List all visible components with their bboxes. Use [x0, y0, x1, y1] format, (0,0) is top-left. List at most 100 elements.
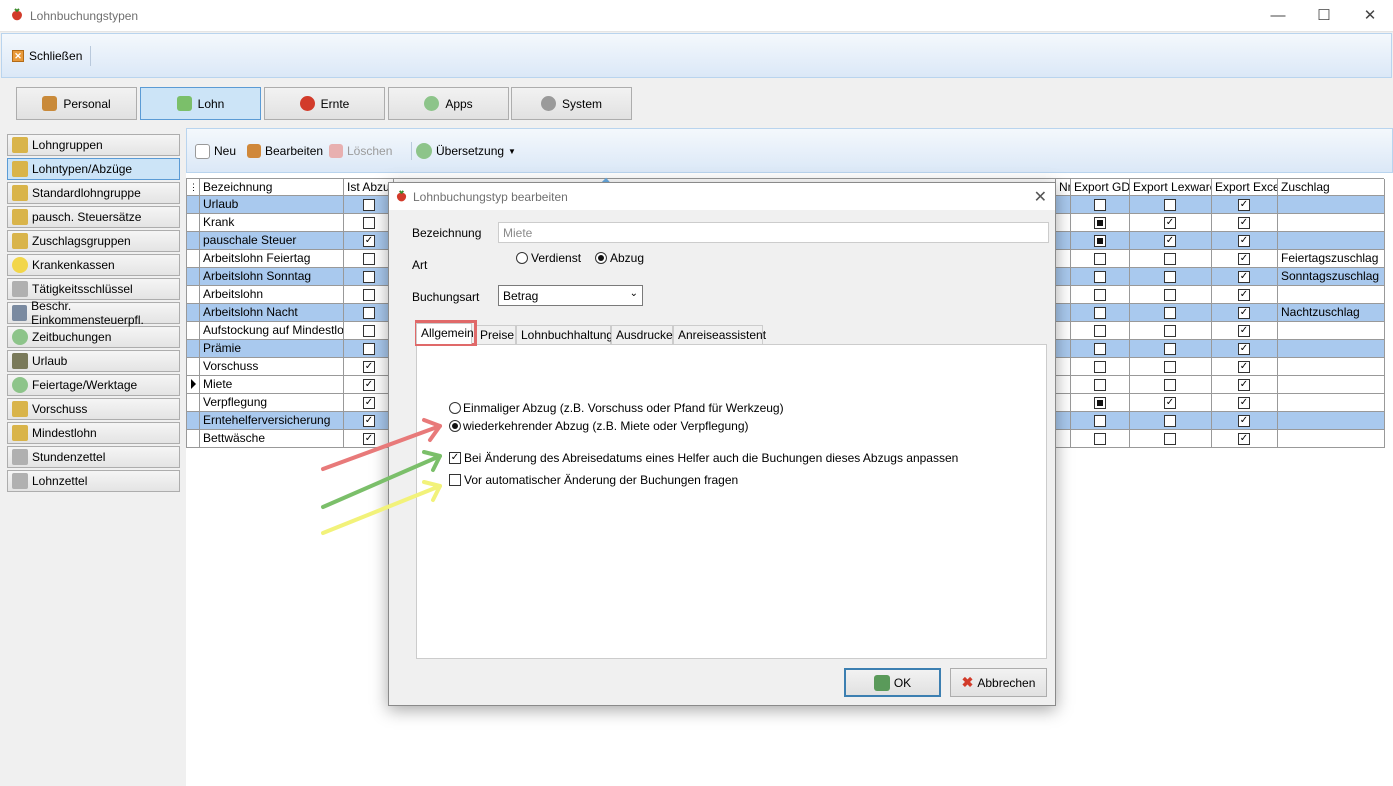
- delete-button[interactable]: Löschen: [329, 142, 392, 160]
- sidebar-item-feiertage[interactable]: Feiertage/Werktage: [7, 374, 180, 396]
- close-button[interactable]: ✕ Schließen: [12, 46, 92, 66]
- radio-recurring[interactable]: [449, 420, 461, 432]
- checkbox-adjust-bookings[interactable]: ✓: [449, 452, 461, 464]
- checkbox-abzug[interactable]: [363, 217, 375, 229]
- module-tab-ernte[interactable]: Ernte: [264, 87, 385, 120]
- name-input[interactable]: Miete: [498, 222, 1049, 243]
- close-icon[interactable]: ✕: [1347, 0, 1393, 32]
- checkbox-excel[interactable]: ✓: [1238, 307, 1250, 319]
- sidebar-item-lohngruppen[interactable]: Lohngruppen: [7, 134, 180, 156]
- sidebar-item-krankenkassen[interactable]: Krankenkassen: [7, 254, 180, 276]
- checkbox-excel[interactable]: ✓: [1238, 433, 1250, 445]
- col-header-export-excel[interactable]: Export Excel: [1212, 179, 1278, 197]
- tab-ausdrucke[interactable]: Ausdrucke: [611, 325, 673, 344]
- checkbox-lex[interactable]: [1164, 379, 1176, 391]
- checkbox-gdi[interactable]: [1094, 253, 1106, 265]
- sidebar-item-lohnzettel[interactable]: Lohnzettel: [7, 470, 180, 492]
- col-header-name[interactable]: Bezeichnung: [200, 179, 344, 197]
- checkbox-abzug[interactable]: [363, 289, 375, 301]
- tab-anreiseassistent[interactable]: Anreiseassistent: [673, 325, 766, 344]
- checkbox-excel[interactable]: ✓: [1238, 361, 1250, 373]
- checkbox-excel[interactable]: ✓: [1238, 217, 1250, 229]
- checkbox-lex[interactable]: ✓: [1164, 217, 1176, 229]
- new-button[interactable]: Neu: [195, 142, 236, 160]
- radio-one-time[interactable]: [449, 402, 461, 414]
- sidebar-item-zeitbuchungen[interactable]: Zeitbuchungen: [7, 326, 180, 348]
- sidebar-item-taetigkeitsschluessel[interactable]: Tätigkeitsschlüssel: [7, 278, 180, 300]
- checkbox-gdi[interactable]: [1094, 343, 1106, 355]
- module-tab-lohn[interactable]: Lohn: [140, 87, 261, 120]
- checkbox-lex[interactable]: [1164, 271, 1176, 283]
- checkbox-gdi[interactable]: [1094, 271, 1106, 283]
- sidebar-item-vorschuss[interactable]: Vorschuss: [7, 398, 180, 420]
- checkbox-lex[interactable]: [1164, 343, 1176, 355]
- sidebar-item-urlaub[interactable]: Urlaub: [7, 350, 180, 372]
- module-tab-personal[interactable]: Personal: [16, 87, 137, 120]
- checkbox-gdi[interactable]: [1094, 307, 1106, 319]
- checkbox-abzug[interactable]: [363, 325, 375, 337]
- checkbox-lex[interactable]: [1164, 289, 1176, 301]
- col-header-export-lexware[interactable]: Export Lexware: [1130, 179, 1212, 197]
- checkbox-abzug[interactable]: ✓: [363, 361, 375, 373]
- checkbox-lex[interactable]: [1164, 415, 1176, 427]
- checkbox-lex[interactable]: ✓: [1164, 397, 1176, 409]
- col-header-export-gdi[interactable]: Export GDI: [1071, 179, 1130, 197]
- dialog-close-icon[interactable]: ✕: [1034, 187, 1047, 207]
- checkbox-gdi[interactable]: [1094, 325, 1106, 337]
- tab-lohnbuchhaltung[interactable]: Lohnbuchhaltung: [516, 325, 613, 344]
- sidebar-item-zuschlagsgruppen[interactable]: Zuschlagsgruppen: [7, 230, 180, 252]
- checkbox-gdi[interactable]: [1094, 433, 1106, 445]
- checkbox-gdi[interactable]: [1094, 217, 1106, 229]
- radio-earnings[interactable]: [516, 252, 528, 264]
- checkbox-lex[interactable]: [1164, 325, 1176, 337]
- checkbox-abzug[interactable]: ✓: [363, 235, 375, 247]
- checkbox-gdi[interactable]: [1094, 397, 1106, 409]
- column-chooser-icon[interactable]: ⋮: [187, 179, 200, 197]
- sidebar-item-mindestlohn[interactable]: Mindestlohn: [7, 422, 180, 444]
- cancel-button[interactable]: ✖ Abbrechen: [950, 668, 1047, 697]
- checkbox-excel[interactable]: ✓: [1238, 379, 1250, 391]
- checkbox-excel[interactable]: ✓: [1238, 289, 1250, 301]
- checkbox-excel[interactable]: ✓: [1238, 415, 1250, 427]
- checkbox-gdi[interactable]: [1094, 235, 1106, 247]
- checkbox-gdi[interactable]: [1094, 199, 1106, 211]
- minimize-icon[interactable]: —: [1255, 0, 1301, 32]
- checkbox-excel[interactable]: ✓: [1238, 271, 1250, 283]
- tab-preise[interactable]: Preise: [475, 325, 516, 344]
- checkbox-excel[interactable]: ✓: [1238, 199, 1250, 211]
- ok-button[interactable]: OK: [844, 668, 941, 697]
- booking-type-select[interactable]: Betrag ⌄: [498, 285, 643, 306]
- checkbox-ask-before[interactable]: [449, 474, 461, 486]
- col-header-is-deduction[interactable]: Ist Abzug: [344, 179, 394, 197]
- checkbox-abzug[interactable]: ✓: [363, 397, 375, 409]
- checkbox-lex[interactable]: [1164, 199, 1176, 211]
- sidebar-item-einkommensteuerpfl[interactable]: Beschr. Einkommensteuerpfl.: [7, 299, 180, 327]
- edit-button[interactable]: Bearbeiten: [247, 142, 323, 160]
- checkbox-gdi[interactable]: [1094, 289, 1106, 301]
- module-tab-system[interactable]: System: [511, 87, 632, 120]
- checkbox-abzug[interactable]: [363, 271, 375, 283]
- checkbox-excel[interactable]: ✓: [1238, 397, 1250, 409]
- checkbox-lex[interactable]: [1164, 361, 1176, 373]
- checkbox-excel[interactable]: ✓: [1238, 253, 1250, 265]
- checkbox-lex[interactable]: [1164, 433, 1176, 445]
- sidebar-item-lohntypen[interactable]: Lohntypen/Abzüge: [7, 158, 180, 180]
- sidebar-item-stundenzettel[interactable]: Stundenzettel: [7, 446, 180, 468]
- col-header-surcharge[interactable]: Zuschlag: [1278, 179, 1385, 197]
- checkbox-excel[interactable]: ✓: [1238, 343, 1250, 355]
- checkbox-gdi[interactable]: [1094, 379, 1106, 391]
- tab-allgemein[interactable]: Allgemein: [416, 323, 474, 344]
- sidebar-item-steuersaetze[interactable]: pausch. Steuersätze: [7, 206, 180, 228]
- checkbox-gdi[interactable]: [1094, 415, 1106, 427]
- module-tab-apps[interactable]: Apps: [388, 87, 509, 120]
- translate-button[interactable]: Übersetzung ▼: [411, 142, 516, 160]
- checkbox-excel[interactable]: ✓: [1238, 235, 1250, 247]
- checkbox-abzug[interactable]: [363, 199, 375, 211]
- sidebar-item-standardlohngruppe[interactable]: Standardlohngruppe: [7, 182, 180, 204]
- maximize-icon[interactable]: ☐: [1301, 0, 1347, 32]
- checkbox-gdi[interactable]: [1094, 361, 1106, 373]
- checkbox-abzug[interactable]: ✓: [363, 379, 375, 391]
- checkbox-excel[interactable]: ✓: [1238, 325, 1250, 337]
- checkbox-lex[interactable]: [1164, 307, 1176, 319]
- checkbox-abzug[interactable]: ✓: [363, 415, 375, 427]
